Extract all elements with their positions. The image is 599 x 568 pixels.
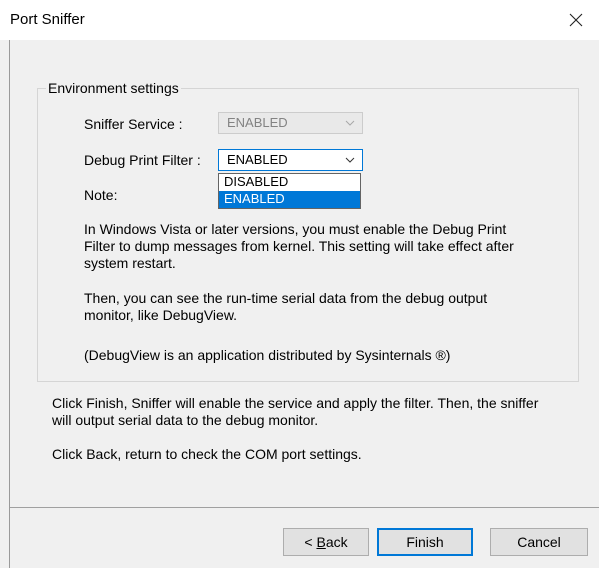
sniffer-service-select: ENABLED bbox=[218, 112, 363, 134]
finish-button[interactable]: Finish bbox=[377, 528, 473, 556]
finish-instructions: Click Finish, Sniffer will enable the se… bbox=[52, 395, 538, 429]
close-button[interactable] bbox=[553, 0, 599, 40]
note-paragraph-1: In Windows Vista or later versions, you … bbox=[84, 221, 514, 272]
finish-line1: Click Finish, Sniffer will enable the se… bbox=[52, 395, 539, 411]
dropdown-option-disabled[interactable]: DISABLED bbox=[219, 174, 360, 191]
chevron-down-icon bbox=[345, 120, 355, 126]
note-p2-line1: Then, you can see the run-time serial da… bbox=[84, 290, 488, 306]
back-button[interactable]: < Back bbox=[283, 528, 369, 556]
footer-separator bbox=[10, 507, 599, 508]
debug-print-filter-select[interactable]: ENABLED bbox=[218, 149, 363, 171]
window-title: Port Sniffer bbox=[10, 11, 85, 28]
close-icon bbox=[569, 13, 583, 27]
note-p1-line1: In Windows Vista or later versions, you … bbox=[84, 221, 507, 237]
note-paragraph-2: Then, you can see the run-time serial da… bbox=[84, 290, 487, 324]
title-bar: Port Sniffer bbox=[0, 0, 599, 40]
note-p1-line3: system restart. bbox=[84, 255, 176, 271]
finish-button-label: Finish bbox=[406, 534, 444, 550]
note-label: Note: bbox=[84, 187, 118, 203]
cancel-button[interactable]: Cancel bbox=[490, 528, 588, 556]
group-title: Environment settings bbox=[46, 80, 181, 96]
chevron-down-icon bbox=[345, 157, 355, 163]
note-p1-line2: Filter to dump messages from kernel. Thi… bbox=[84, 238, 514, 254]
finish-line2: will output serial data to the debug mon… bbox=[52, 412, 319, 428]
back-line: Click Back, return to check the COM port… bbox=[52, 446, 362, 462]
sniffer-service-label: Sniffer Service : bbox=[84, 116, 183, 132]
dropdown-option-enabled[interactable]: ENABLED bbox=[219, 191, 360, 208]
note-p2-line2: monitor, like DebugView. bbox=[84, 307, 238, 323]
sniffer-service-value: ENABLED bbox=[227, 115, 288, 130]
back-button-label: < Back bbox=[304, 534, 348, 550]
debug-print-filter-dropdown: DISABLED ENABLED bbox=[218, 173, 361, 209]
note-p3: (DebugView is an application distributed… bbox=[84, 347, 451, 363]
cancel-button-label: Cancel bbox=[517, 534, 561, 550]
debug-print-filter-value: ENABLED bbox=[227, 152, 288, 167]
window-border bbox=[9, 40, 10, 568]
note-paragraph-3: (DebugView is an application distributed… bbox=[84, 347, 450, 364]
debug-print-filter-label: Debug Print Filter : bbox=[84, 152, 201, 168]
back-instructions: Click Back, return to check the COM port… bbox=[52, 446, 362, 463]
